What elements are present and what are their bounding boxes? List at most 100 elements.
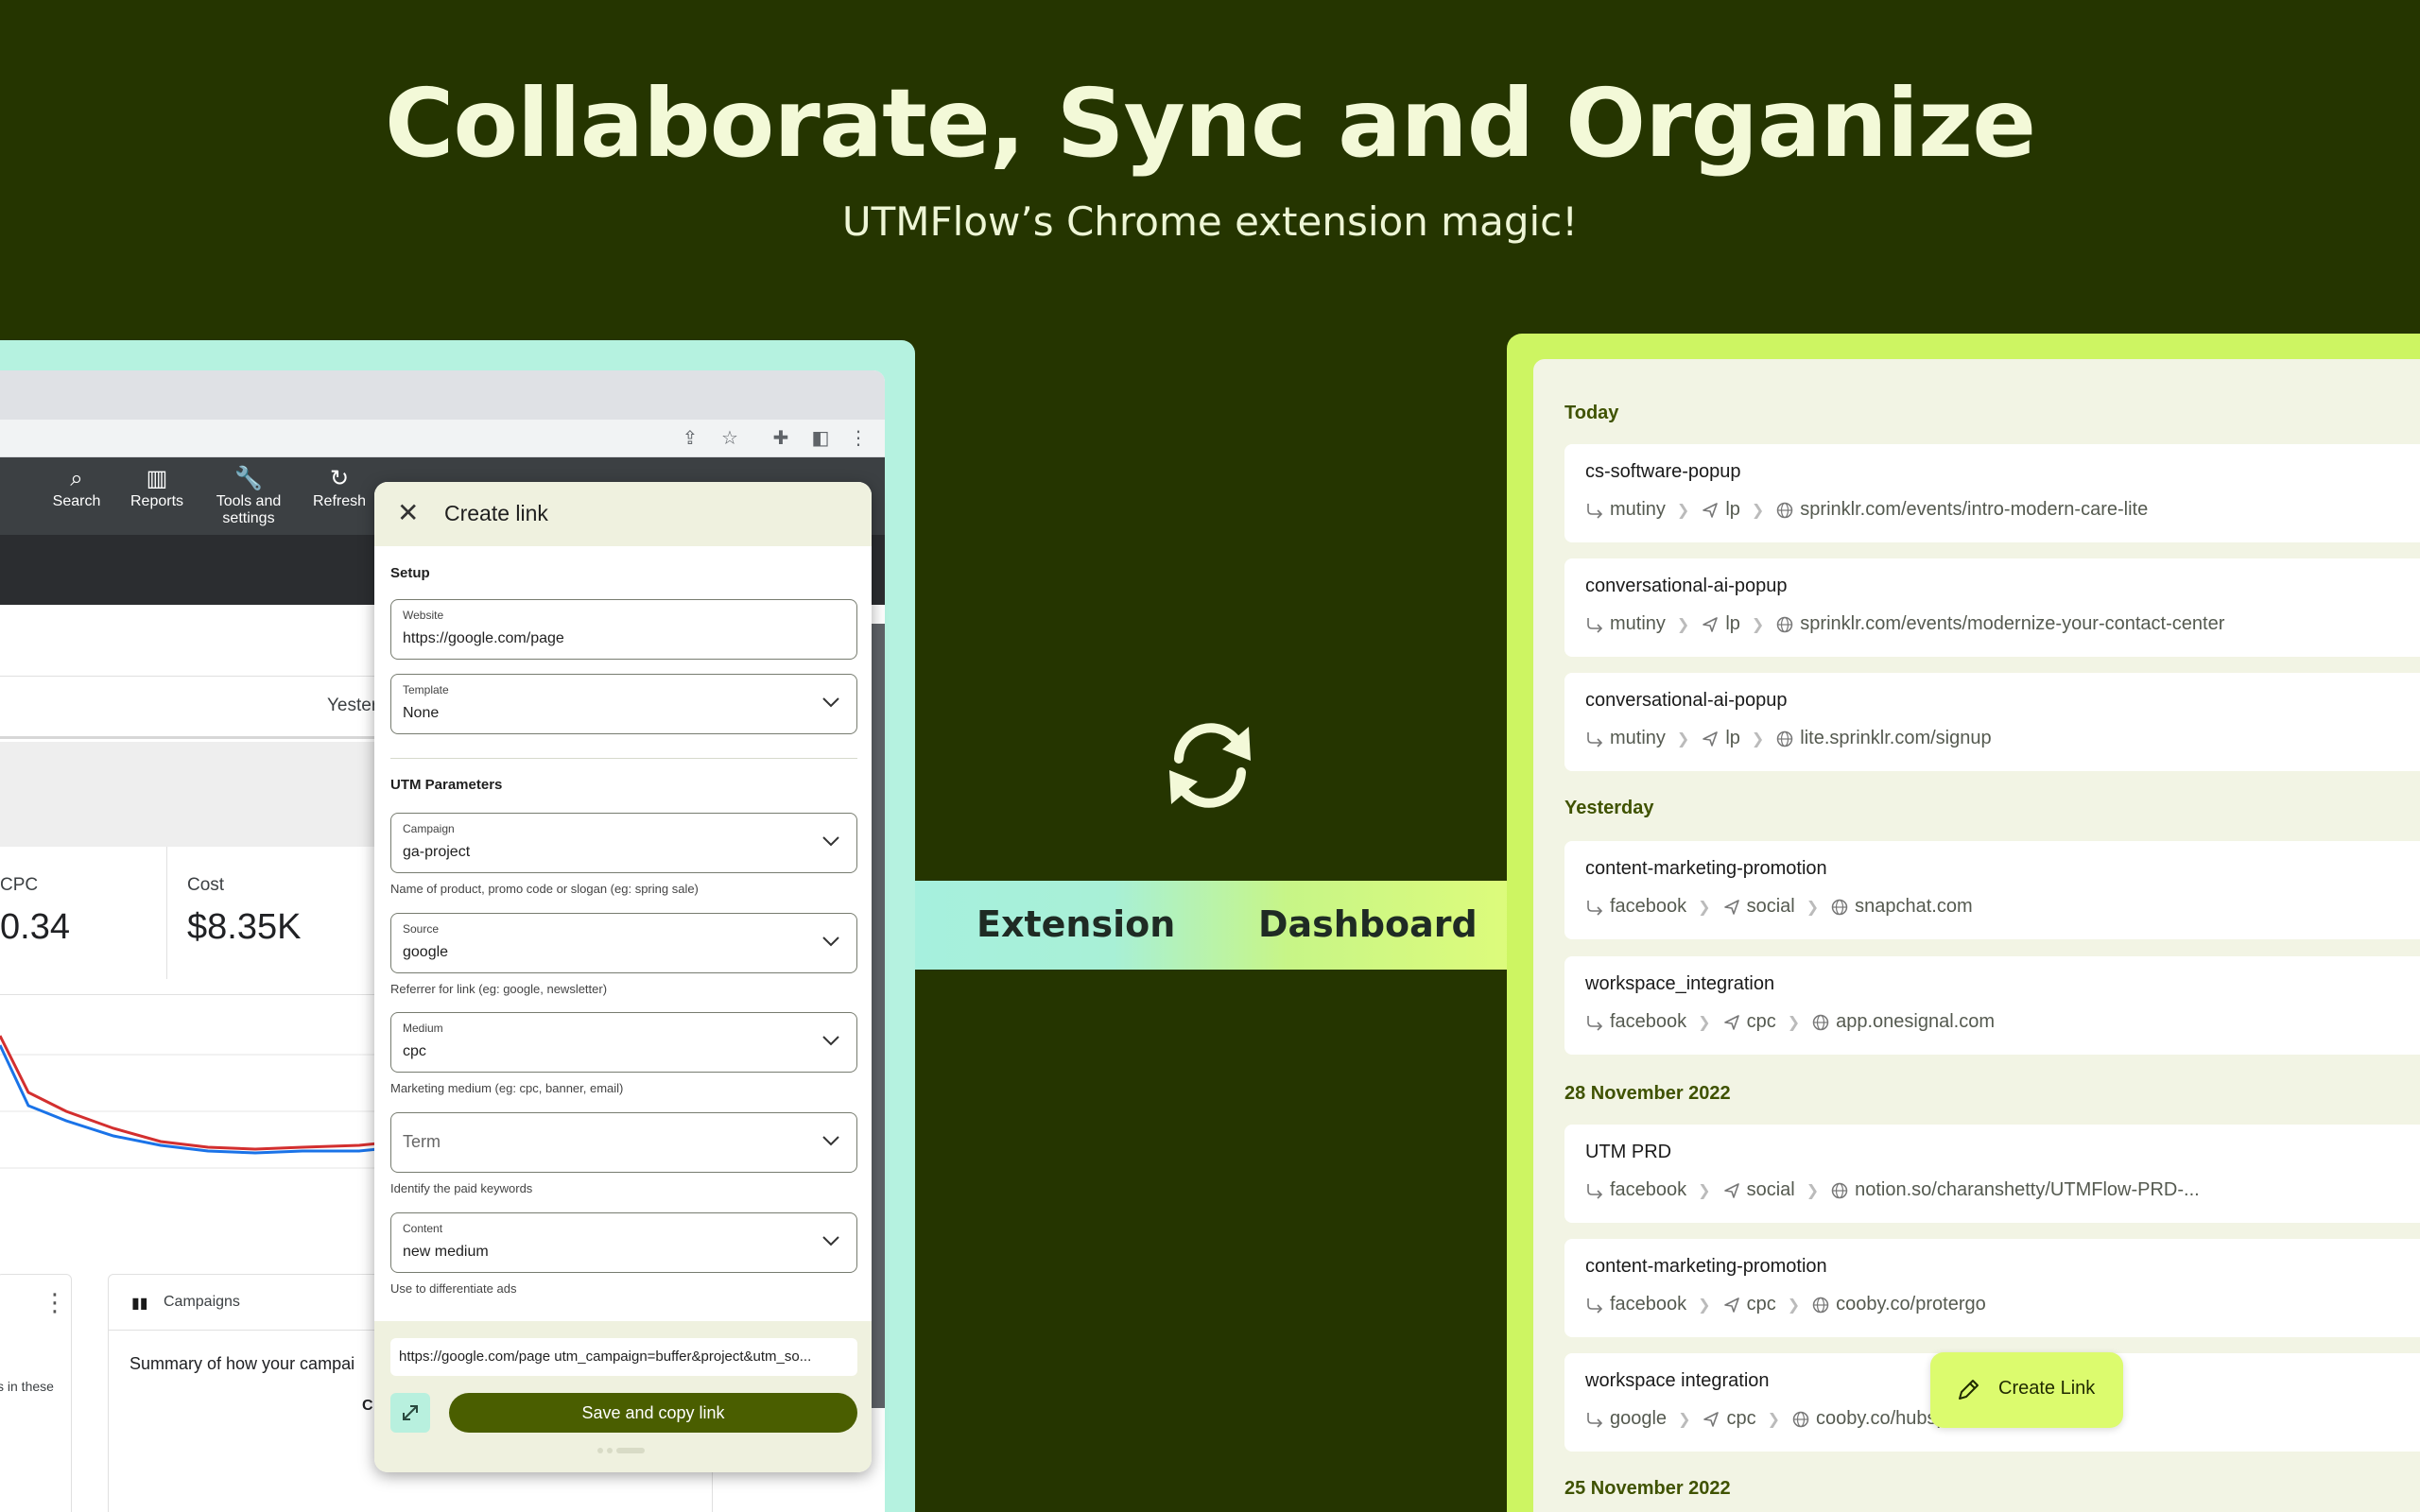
link-name: content-marketing-promotion (1585, 1256, 1827, 1277)
star-icon[interactable]: ☆ (718, 427, 741, 450)
tool-search[interactable]: ⌕ Search (49, 465, 104, 510)
create-link-button[interactable]: Create Link (1930, 1352, 2123, 1428)
link-medium: lp (1725, 499, 1740, 520)
link-source: facebook (1610, 1179, 1687, 1200)
template-select-label: Template (403, 683, 449, 696)
link-entry[interactable]: workspace_integration facebook ❯ cpc ❯ app.on… (1564, 956, 2420, 1055)
link-medium: social (1746, 1179, 1795, 1200)
more-vert-icon[interactable]: ⋮ (43, 1288, 67, 1317)
utm-section-label: UTM Parameters (390, 777, 503, 793)
chevron-right-icon: ❯ (1806, 899, 1820, 916)
link-source: mutiny (1610, 728, 1666, 748)
link-source: facebook (1610, 1294, 1687, 1314)
generated-url[interactable]: https://google.com/page utm_campaign=buf… (390, 1338, 857, 1376)
side-panel-icon[interactable]: ◧ (809, 427, 832, 450)
group-label: 28 November 2022 (1564, 1083, 1731, 1104)
stat-label-cost: Cost (187, 875, 225, 895)
chevron-right-icon: ❯ (1676, 730, 1690, 747)
hero-subtitle: UTMFlow’s Chrome extension magic! (841, 198, 1579, 245)
source-arrow-icon (1587, 617, 1603, 633)
content-select-value: new medium (403, 1244, 489, 1260)
panel-scrollbar[interactable] (872, 624, 885, 1408)
paper-plane-icon (1723, 1182, 1739, 1198)
stat-value-cost: $8.35K (187, 907, 302, 947)
link-name: UTM PRD (1585, 1142, 1672, 1162)
tool-reports[interactable]: ▥ Reports (127, 465, 187, 510)
paper-plane-icon (1703, 616, 1719, 632)
search-icon: ⌕ (70, 466, 83, 491)
link-name: conversational-ai-popup (1585, 690, 1788, 711)
term-select-placeholder: Term (403, 1132, 441, 1151)
series-line-blue (0, 1044, 379, 1155)
campaign-helper: Name of product, promo code or slogan (e… (390, 882, 699, 896)
paper-plane-icon (1703, 1411, 1720, 1427)
link-entry[interactable]: UTM PRD facebook ❯ social ❯ notion.so/charans… (1564, 1125, 2420, 1223)
chevron-down-icon (822, 697, 839, 708)
tool-tools-and-settings[interactable]: 🔧 Tools and settings (210, 465, 287, 527)
website-field[interactable]: Website https://google.com/page (390, 599, 857, 660)
stat-divider (166, 847, 167, 979)
save-and-copy-button[interactable]: Save and copy link (449, 1393, 857, 1433)
link-name: workspace integration (1585, 1370, 1770, 1391)
globe-icon (1831, 899, 1848, 915)
link-entry[interactable]: content-marketing-promotion facebook ❯ soci… (1564, 841, 2420, 939)
link-medium: lp (1725, 613, 1740, 634)
source-select-value: google (403, 944, 449, 960)
campaign-select[interactable]: Campaign ga-project (390, 813, 857, 873)
medium-select-label: Medium (403, 1022, 443, 1035)
bar-chart-icon: ▮▮ (131, 1296, 148, 1312)
content-select[interactable]: Content new medium (390, 1212, 857, 1273)
chevron-right-icon: ❯ (1698, 899, 1711, 916)
extensions-puzzle-icon[interactable]: ✚ (769, 427, 792, 450)
drag-handle[interactable] (597, 1448, 645, 1453)
chevron-down-icon (822, 836, 839, 847)
group-label: Today (1564, 403, 1619, 423)
group-label: 25 November 2022 (1564, 1478, 1731, 1499)
paper-plane-icon (1723, 1297, 1739, 1313)
website-field-value: https://google.com/page (403, 630, 564, 646)
medium-select-value: cpc (403, 1043, 426, 1059)
link-entry[interactable]: content-marketing-promotion facebook ❯ cpc ❯… (1564, 1239, 2420, 1337)
term-select[interactable]: Term (390, 1112, 857, 1173)
link-meta: facebook ❯ cpc ❯ cooby.co/protergo (1585, 1294, 1986, 1315)
close-icon[interactable]: ✕ (397, 497, 419, 528)
link-source: facebook (1610, 1011, 1687, 1032)
link-meta: mutiny ❯ lp ❯ sprinklr.com/events/intro-mode… (1585, 499, 2148, 521)
chevron-down-icon (822, 1136, 839, 1146)
medium-select[interactable]: Medium cpc (390, 1012, 857, 1073)
browser-tab-strip (0, 370, 885, 420)
link-meta: mutiny ❯ lp ❯ lite.sprinklr.com/signup (1585, 728, 1992, 749)
campaigns-card-title: Campaigns (164, 1294, 240, 1310)
template-select[interactable]: Template None (390, 674, 857, 734)
link-meta: facebook ❯ cpc ❯ app.onesignal.com (1585, 1011, 1995, 1033)
link-entry[interactable]: conversational-ai-popup mutiny ❯ lp ❯ sprinkl… (1564, 558, 2420, 657)
template-select-value: None (403, 705, 440, 721)
term-helper: Identify the paid keywords (390, 1181, 533, 1195)
bridge-label-extension: Extension (977, 903, 1176, 945)
content-select-label: Content (403, 1222, 443, 1235)
series-line-red (0, 1035, 379, 1151)
globe-icon (1777, 730, 1793, 747)
source-arrow-icon (1587, 503, 1603, 519)
paper-plane-icon (1723, 1014, 1739, 1030)
medium-helper: Marketing medium (eg: cpc, banner, email… (390, 1081, 624, 1095)
expand-button[interactable] (390, 1393, 430, 1433)
share-icon[interactable]: ⇪ (679, 427, 701, 450)
link-url: lite.sprinklr.com/signup (1800, 728, 1992, 748)
more-vert-icon[interactable]: ⋮ (847, 427, 870, 450)
source-select[interactable]: Source google (390, 913, 857, 973)
chevron-down-icon (822, 1236, 839, 1246)
wrench-icon: 🔧 (234, 466, 263, 491)
date-range-label[interactable]: Yester (327, 696, 377, 716)
tool-refresh[interactable]: ↻ Refresh (308, 465, 371, 510)
group-label: Yesterday (1564, 798, 1654, 818)
link-entry[interactable]: conversational-ai-popup mutiny ❯ lp ❯ lite.sp… (1564, 673, 2420, 771)
sync-icon (1169, 723, 1251, 808)
card-note: s in these (0, 1379, 54, 1394)
performance-chart (0, 1035, 397, 1169)
browser-address-bar: ⇪ ☆ ✚ ◧ ⋮ (0, 420, 885, 457)
link-source: mutiny (1610, 499, 1666, 520)
link-entry[interactable]: cs-software-popup mutiny ❯ lp ❯ sprinklr.com/… (1564, 444, 2420, 542)
globe-icon (1777, 616, 1793, 632)
globe-icon (1831, 1182, 1848, 1198)
